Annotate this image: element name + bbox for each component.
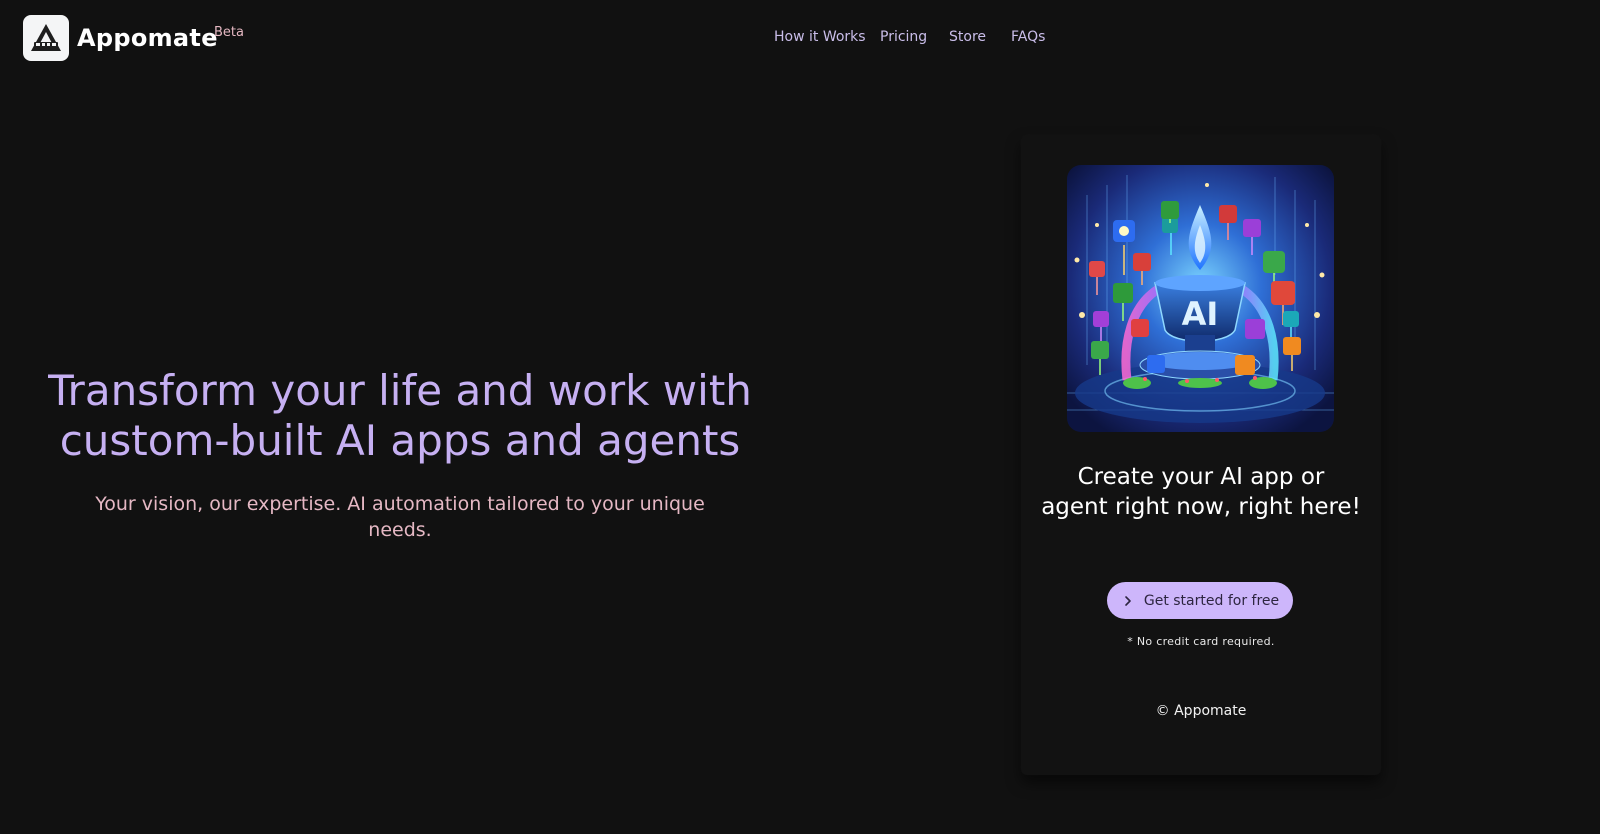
site-header: Appomate Beta How it Works Pricing Store… xyxy=(0,0,1600,76)
nav-pricing[interactable]: Pricing xyxy=(880,29,927,45)
ai-fountain-illustration: AI xyxy=(1067,165,1334,432)
main-nav: How it Works Pricing Store FAQs xyxy=(0,29,1600,49)
no-credit-card-note: * No credit card required. xyxy=(1127,635,1275,648)
ai-image-label: AI xyxy=(1182,295,1219,333)
nav-faqs[interactable]: FAQs xyxy=(1011,29,1045,45)
page: Appomate Beta How it Works Pricing Store… xyxy=(0,0,1600,834)
copyright: © Appomate xyxy=(1155,703,1247,719)
nav-how-it-works[interactable]: How it Works xyxy=(774,29,866,45)
get-started-label: Get started for free xyxy=(1143,592,1280,609)
card-heading: Create your AI app or agent right now, r… xyxy=(1041,464,1361,520)
chevron-right-icon xyxy=(1121,594,1135,608)
hero-title: Transform your life and work with custom… xyxy=(48,366,752,465)
signup-card: AI Create your AI app or agent right now… xyxy=(1021,135,1381,775)
nav-store[interactable]: Store xyxy=(949,29,986,45)
hero-subtitle: Your vision, our expertise. AI automatio… xyxy=(95,493,705,541)
get-started-button[interactable]: Get started for free xyxy=(1107,582,1293,619)
